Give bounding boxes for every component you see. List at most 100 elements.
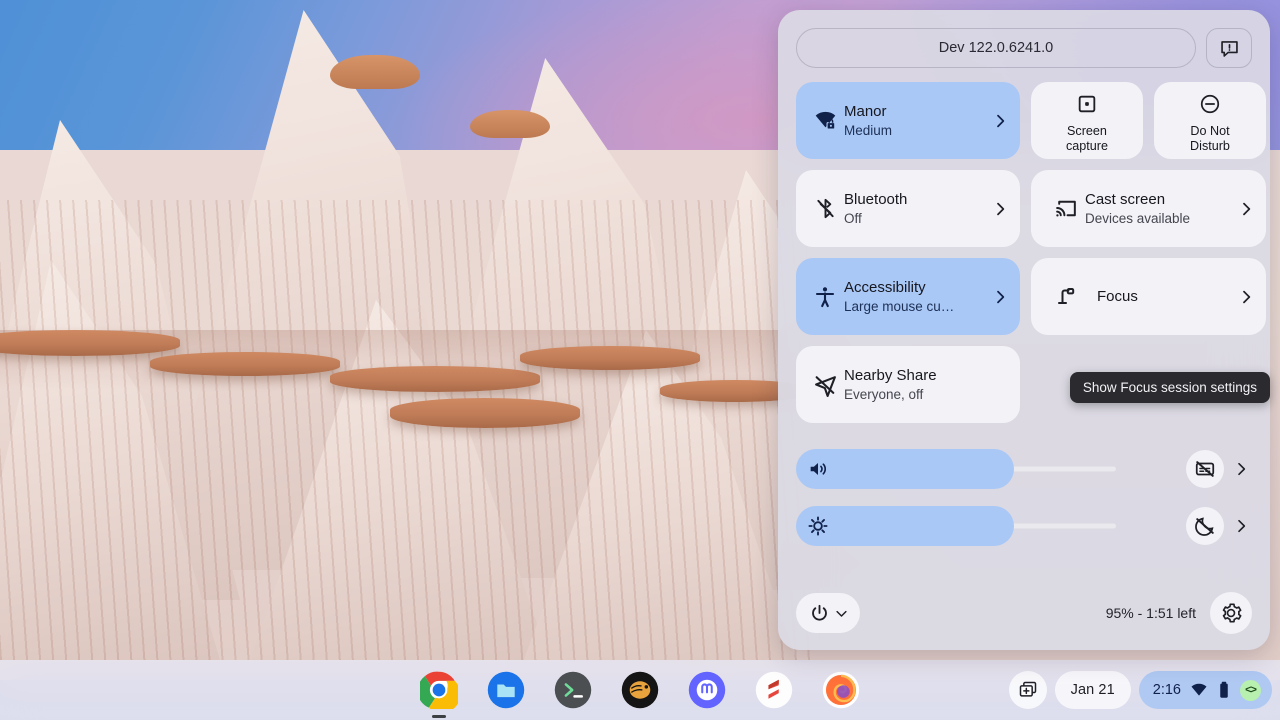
settings-button[interactable] bbox=[1210, 592, 1252, 634]
feedback-button[interactable] bbox=[1206, 28, 1252, 68]
tile-bluetooth-subtitle: Off bbox=[844, 210, 862, 226]
brightness-slider-row bbox=[796, 506, 1252, 546]
tile-cast-screen-title: Cast screen bbox=[1085, 190, 1166, 208]
power-icon bbox=[812, 604, 827, 620]
tile-network-text: Manor Medium bbox=[842, 102, 992, 140]
tile-accessibility-text: Accessibility Large mouse cu… bbox=[842, 278, 992, 316]
volume-slider[interactable] bbox=[796, 449, 1116, 489]
rock-ledge bbox=[330, 366, 540, 392]
quick-settings-footer: 95% - 1:51 left bbox=[796, 592, 1252, 634]
shelf-app-mastodon[interactable] bbox=[687, 670, 727, 710]
tile-do-not-disturb-label2: Disturb bbox=[1190, 139, 1230, 153]
rock-ledge bbox=[150, 352, 340, 376]
gear-icon bbox=[1222, 603, 1242, 623]
channel-version-button[interactable]: Dev 122.0.6241.0 bbox=[796, 28, 1196, 68]
volume-slider-fill bbox=[796, 449, 1014, 489]
night-light-off-icon bbox=[1195, 517, 1214, 536]
tile-cast-screen-text: Cast screen Devices available bbox=[1083, 190, 1238, 228]
tooltip: Show Focus session settings bbox=[1069, 372, 1270, 403]
clock-label: 2:16 bbox=[1152, 682, 1181, 698]
tile-network-title: Manor bbox=[844, 102, 887, 120]
tile-bluetooth-title: Bluetooth bbox=[844, 190, 908, 208]
tile-accessibility-title: Accessibility bbox=[844, 278, 926, 296]
shelf-app-files[interactable] bbox=[486, 670, 526, 710]
tile-nearby-share-title: Nearby Share bbox=[844, 366, 937, 384]
wifi-icon bbox=[1191, 683, 1207, 696]
shelf-app-bitwarden[interactable] bbox=[620, 670, 660, 710]
shelf: Jan 21 2:16 <> bbox=[0, 660, 1280, 720]
rock-ledge bbox=[520, 346, 700, 370]
tile-screen-capture[interactable]: Screen capture bbox=[1031, 82, 1143, 159]
do-not-disturb-icon bbox=[1193, 87, 1227, 121]
accessibility-icon bbox=[808, 285, 842, 309]
rock-caprock bbox=[470, 110, 550, 138]
volume-settings-chevron[interactable] bbox=[1230, 461, 1252, 477]
brightness-icon bbox=[808, 516, 828, 536]
channel-version-label: Dev 122.0.6241.0 bbox=[938, 40, 1054, 56]
tile-cast-screen-subtitle: Devices available bbox=[1085, 210, 1191, 226]
brightness-slider[interactable] bbox=[796, 506, 1116, 546]
feedback-icon bbox=[1220, 40, 1238, 57]
tile-do-not-disturb[interactable]: Do Not Disturb bbox=[1154, 82, 1266, 159]
chevron-right-icon[interactable] bbox=[992, 201, 1008, 217]
app-active-indicator bbox=[432, 715, 446, 718]
rock-caprock bbox=[330, 55, 420, 89]
system-tray[interactable]: 2:16 <> bbox=[1138, 671, 1272, 709]
screen-capture-icon bbox=[1070, 87, 1104, 121]
shelf-app-terminal[interactable] bbox=[553, 670, 593, 710]
captions-toggle-button[interactable] bbox=[1186, 450, 1224, 488]
tile-bluetooth[interactable]: Bluetooth Off bbox=[796, 170, 1020, 247]
volume-up-icon bbox=[810, 463, 826, 475]
tile-bluetooth-text: Bluetooth Off bbox=[842, 190, 992, 228]
tile-accessibility-subtitle: Large mouse cu… bbox=[844, 298, 955, 314]
brightness-slider-fill bbox=[796, 506, 1014, 546]
rock-strata bbox=[0, 200, 820, 660]
date-label: Jan 21 bbox=[1070, 682, 1115, 698]
rock-ledge bbox=[0, 330, 180, 356]
tile-screen-capture-label1: Screen bbox=[1067, 124, 1107, 138]
battery-icon bbox=[1220, 681, 1228, 698]
tile-network-subtitle: Medium bbox=[844, 122, 893, 138]
shelf-app-chrome[interactable] bbox=[419, 670, 459, 718]
brightness-slider-actions bbox=[1186, 507, 1252, 545]
chevron-down-icon bbox=[836, 610, 847, 617]
tile-focus[interactable]: Focus bbox=[1031, 258, 1266, 335]
volume-slider-actions bbox=[1186, 450, 1252, 488]
volume-slider-row bbox=[796, 449, 1252, 489]
tile-focus-title: Focus bbox=[1097, 288, 1138, 305]
tile-nearby-share[interactable]: Nearby Share Everyone, off bbox=[796, 346, 1020, 423]
rock-ledge bbox=[390, 398, 580, 428]
dev-mode-badge[interactable]: <> bbox=[1240, 679, 1261, 701]
tile-network[interactable]: Manor Medium bbox=[796, 82, 1020, 159]
tile-screen-capture-label2: capture bbox=[1065, 139, 1108, 153]
shelf-app-sublime[interactable] bbox=[754, 670, 794, 710]
tile-nearby-share-subtitle: Everyone, off bbox=[844, 386, 924, 402]
status-area: Jan 21 2:16 <> bbox=[1008, 660, 1272, 720]
bluetooth-off-icon bbox=[808, 197, 842, 220]
quick-settings-panel: Dev 122.0.6241.0 Manor Medium Screen cap… bbox=[778, 10, 1270, 650]
version-row: Dev 122.0.6241.0 bbox=[796, 28, 1252, 68]
tile-cast-screen[interactable]: Cast screen Devices available bbox=[1031, 170, 1266, 247]
desk-add-button[interactable] bbox=[1008, 671, 1047, 709]
tile-do-not-disturb-label1: Do Not bbox=[1190, 124, 1230, 138]
chevron-right-icon[interactable] bbox=[992, 113, 1008, 129]
captions-off-icon bbox=[1195, 461, 1215, 477]
tooltip-text: Show Focus session settings bbox=[1082, 380, 1257, 395]
shelf-app-firefox[interactable] bbox=[821, 670, 861, 710]
chevron-right-icon[interactable] bbox=[1238, 289, 1254, 305]
tile-nearby-share-text: Nearby Share Everyone, off bbox=[842, 366, 1008, 404]
desk-add-icon bbox=[1019, 681, 1036, 697]
battery-status-label: 95% - 1:51 left bbox=[1105, 605, 1196, 621]
chevron-right-icon[interactable] bbox=[1238, 201, 1254, 217]
wifi-locked-icon bbox=[808, 108, 842, 133]
tile-accessibility[interactable]: Accessibility Large mouse cu… bbox=[796, 258, 1020, 335]
date-button[interactable]: Jan 21 bbox=[1054, 671, 1131, 709]
desk-lamp-icon bbox=[1049, 285, 1083, 309]
cast-icon bbox=[1049, 196, 1083, 221]
night-light-toggle-button[interactable] bbox=[1186, 507, 1224, 545]
tile-focus-text: Focus bbox=[1083, 287, 1238, 306]
nearby-share-off-icon bbox=[808, 372, 842, 397]
power-button[interactable] bbox=[796, 593, 860, 633]
chevron-right-icon[interactable] bbox=[992, 289, 1008, 305]
night-light-settings-chevron[interactable] bbox=[1230, 518, 1252, 534]
